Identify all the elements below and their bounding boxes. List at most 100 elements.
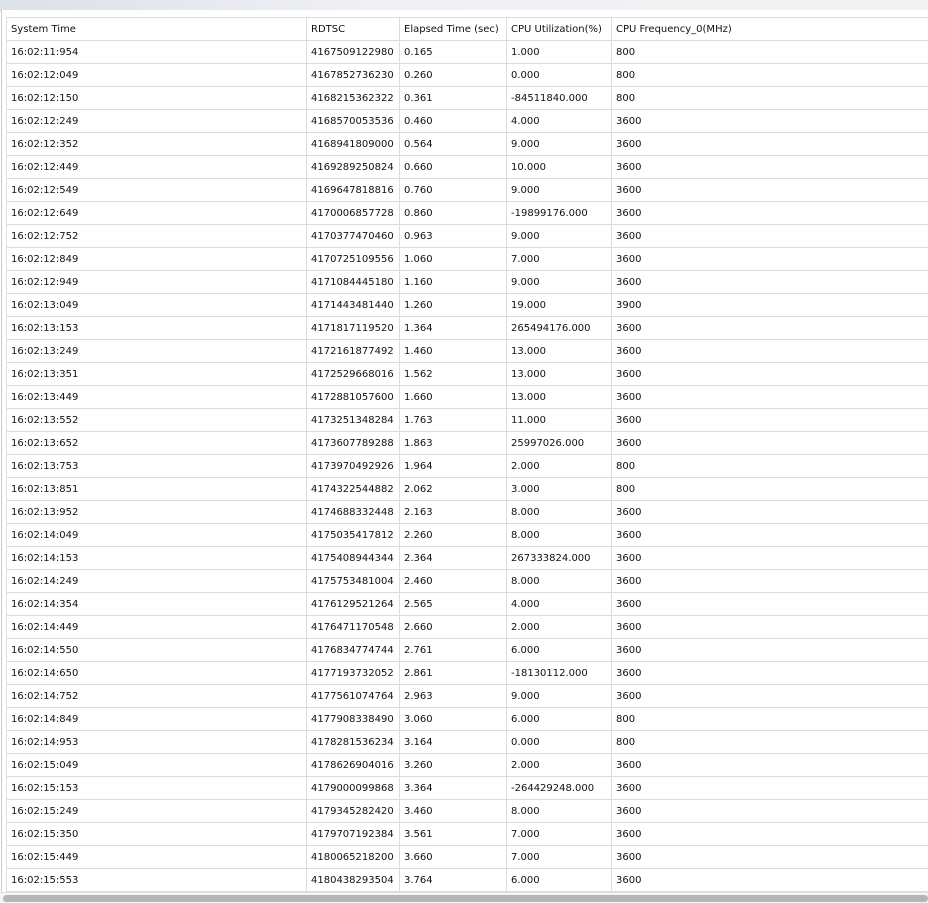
cell-elapsed-time: 3.460: [400, 800, 507, 823]
cell-elapsed-time: 2.861: [400, 662, 507, 685]
cell-cpu-frequency: 3600: [612, 432, 928, 455]
cell-cpu-utilization: 2.000: [507, 754, 612, 777]
cell-system-time: 16:02:15:153: [7, 777, 307, 800]
table-row[interactable]: 16:02:13:55241732513482841.76311.0003600: [7, 409, 928, 432]
cell-rdtsc: 4177908338490: [307, 708, 400, 731]
cell-rdtsc: 4180438293504: [307, 869, 400, 892]
cell-elapsed-time: 2.062: [400, 478, 507, 501]
table-row[interactable]: 16:02:11:95441675091229800.1651.000800: [7, 41, 928, 64]
cell-rdtsc: 4170006857728: [307, 202, 400, 225]
cell-cpu-utilization: 0.000: [507, 731, 612, 754]
cell-system-time: 16:02:11:954: [7, 41, 307, 64]
cell-cpu-frequency: 3600: [612, 777, 928, 800]
cell-cpu-frequency: 3600: [612, 869, 928, 892]
cell-system-time: 16:02:15:449: [7, 846, 307, 869]
table-row[interactable]: 16:02:15:24941793452824203.4608.0003600: [7, 800, 928, 823]
cell-cpu-frequency: 800: [612, 731, 928, 754]
cell-system-time: 16:02:12:752: [7, 225, 307, 248]
cell-system-time: 16:02:15:350: [7, 823, 307, 846]
cell-cpu-utilization: 4.000: [507, 110, 612, 133]
cell-elapsed-time: 3.764: [400, 869, 507, 892]
table-row[interactable]: 16:02:12:04941678527362300.2600.000800: [7, 64, 928, 87]
cell-elapsed-time: 2.565: [400, 593, 507, 616]
cell-cpu-utilization: 9.000: [507, 179, 612, 202]
table-row[interactable]: 16:02:14:75241775610747642.9639.0003600: [7, 685, 928, 708]
cell-rdtsc: 4172881057600: [307, 386, 400, 409]
cell-cpu-utilization: 7.000: [507, 823, 612, 846]
cell-rdtsc: 4177193732052: [307, 662, 400, 685]
cell-elapsed-time: 2.761: [400, 639, 507, 662]
cell-rdtsc: 4176471170548: [307, 616, 400, 639]
table-row[interactable]: 16:02:13:75341739704929261.9642.000800: [7, 455, 928, 478]
horizontal-scrollbar[interactable]: [0, 892, 928, 903]
table-row[interactable]: 16:02:14:95341782815362343.1640.000800: [7, 731, 928, 754]
cell-elapsed-time: 0.760: [400, 179, 507, 202]
column-header-elapsed-time[interactable]: Elapsed Time (sec): [400, 18, 507, 41]
cell-cpu-utilization: 19.000: [507, 294, 612, 317]
cell-cpu-utilization: -18130112.000: [507, 662, 612, 685]
cell-cpu-frequency: 3600: [612, 248, 928, 271]
table-row[interactable]: 16:02:14:65041771937320522.861-18130112.…: [7, 662, 928, 685]
table-row[interactable]: 16:02:12:44941692892508240.66010.0003600: [7, 156, 928, 179]
cell-rdtsc: 4174688332448: [307, 501, 400, 524]
cell-cpu-utilization: 4.000: [507, 593, 612, 616]
cell-elapsed-time: 2.260: [400, 524, 507, 547]
table-row[interactable]: 16:02:14:35441761295212642.5654.0003600: [7, 593, 928, 616]
cell-cpu-utilization: 3.000: [507, 478, 612, 501]
table-row[interactable]: 16:02:12:24941685700535360.4604.0003600: [7, 110, 928, 133]
cell-cpu-utilization: 25997026.000: [507, 432, 612, 455]
cell-system-time: 16:02:14:449: [7, 616, 307, 639]
cell-cpu-utilization: 8.000: [507, 501, 612, 524]
cell-system-time: 16:02:13:851: [7, 478, 307, 501]
table-row[interactable]: 16:02:13:24941721618774921.46013.0003600: [7, 340, 928, 363]
cell-cpu-utilization: 1.000: [507, 41, 612, 64]
cell-cpu-frequency: 3600: [612, 156, 928, 179]
table-row[interactable]: 16:02:13:35141725296680161.56213.0003600: [7, 363, 928, 386]
cell-cpu-frequency: 3600: [612, 823, 928, 846]
table-row[interactable]: 16:02:14:24941757534810042.4608.0003600: [7, 570, 928, 593]
table-row[interactable]: 16:02:14:44941764711705482.6602.0003600: [7, 616, 928, 639]
column-header-cpu-utilization[interactable]: CPU Utilization(%): [507, 18, 612, 41]
cell-elapsed-time: 3.260: [400, 754, 507, 777]
table-row[interactable]: 16:02:12:75241703774704600.9639.0003600: [7, 225, 928, 248]
table-row[interactable]: 16:02:14:84941779083384903.0606.000800: [7, 708, 928, 731]
cell-system-time: 16:02:14:849: [7, 708, 307, 731]
data-table: System TimeRDTSCElapsed Time (sec)CPU Ut…: [6, 17, 928, 892]
table-row[interactable]: 16:02:12:94941710844451801.1609.0003600: [7, 271, 928, 294]
table-row[interactable]: 16:02:12:15041682153623220.361-84511840.…: [7, 87, 928, 110]
cell-system-time: 16:02:12:150: [7, 87, 307, 110]
table-row[interactable]: 16:02:15:35041797071923843.5617.0003600: [7, 823, 928, 846]
cell-cpu-utilization: 2.000: [507, 616, 612, 639]
cell-cpu-frequency: 3600: [612, 202, 928, 225]
cell-rdtsc: 4167852736230: [307, 64, 400, 87]
table-row[interactable]: 16:02:13:95241746883324482.1638.0003600: [7, 501, 928, 524]
table-row[interactable]: 16:02:15:15341790000998683.364-264429248…: [7, 777, 928, 800]
scrollbar-thumb[interactable]: [3, 895, 928, 902]
column-header-cpu-frequency[interactable]: CPU Frequency_0(MHz): [612, 18, 928, 41]
table-row[interactable]: 16:02:13:04941714434814401.26019.0003900: [7, 294, 928, 317]
table-row[interactable]: 16:02:13:65241736077892881.86325997026.0…: [7, 432, 928, 455]
cell-elapsed-time: 0.260: [400, 64, 507, 87]
table-row[interactable]: 16:02:14:55041768347747442.7616.0003600: [7, 639, 928, 662]
cell-cpu-utilization: 267333824.000: [507, 547, 612, 570]
column-header-rdtsc[interactable]: RDTSC: [307, 18, 400, 41]
table-row[interactable]: 16:02:13:44941728810576001.66013.0003600: [7, 386, 928, 409]
table-row[interactable]: 16:02:13:85141743225448822.0623.000800: [7, 478, 928, 501]
table-row[interactable]: 16:02:12:35241689418090000.5649.0003600: [7, 133, 928, 156]
table-row[interactable]: 16:02:15:04941786269040163.2602.0003600: [7, 754, 928, 777]
cell-cpu-utilization: 6.000: [507, 639, 612, 662]
cell-elapsed-time: 2.660: [400, 616, 507, 639]
table-row[interactable]: 16:02:12:54941696478188160.7609.0003600: [7, 179, 928, 202]
table-row[interactable]: 16:02:15:55341804382935043.7646.0003600: [7, 869, 928, 892]
table-row[interactable]: 16:02:14:04941750354178122.2608.0003600: [7, 524, 928, 547]
cell-rdtsc: 4173970492926: [307, 455, 400, 478]
cell-elapsed-time: 1.964: [400, 455, 507, 478]
column-header-system-time[interactable]: System Time: [7, 18, 307, 41]
cell-rdtsc: 4168570053536: [307, 110, 400, 133]
table-row[interactable]: 16:02:13:15341718171195201.364265494176.…: [7, 317, 928, 340]
table-row[interactable]: 16:02:12:64941700068577280.860-19899176.…: [7, 202, 928, 225]
cell-cpu-frequency: 800: [612, 41, 928, 64]
table-row[interactable]: 16:02:14:15341754089443442.364267333824.…: [7, 547, 928, 570]
table-row[interactable]: 16:02:15:44941800652182003.6607.0003600: [7, 846, 928, 869]
table-row[interactable]: 16:02:12:84941707251095561.0607.0003600: [7, 248, 928, 271]
